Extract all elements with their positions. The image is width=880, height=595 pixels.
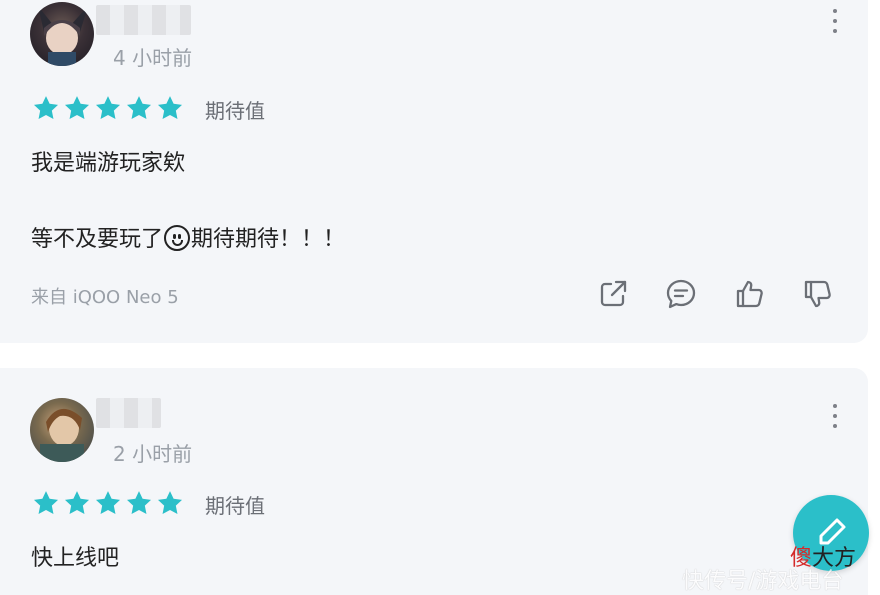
- star-icon: [32, 489, 60, 517]
- comment-time: 4 小时前: [113, 46, 193, 70]
- star-icon: [94, 489, 122, 517]
- comment-text-line: 我是端游玩家欸: [31, 151, 186, 176]
- device-label: 来自 iQOO Neo 5: [31, 287, 179, 308]
- comment-text-line: 等不及要玩了 期待期待！！！: [31, 221, 345, 253]
- avatar[interactable]: [30, 2, 94, 66]
- comment-icon[interactable]: [664, 277, 698, 311]
- comment-text-line: 快上线吧: [31, 546, 120, 571]
- star-icon: [125, 94, 153, 122]
- rating-label: 期待值: [205, 99, 265, 123]
- star-rating: [32, 94, 184, 122]
- comment-time: 2 小时前: [113, 442, 193, 466]
- comment-text-segment: 等不及要玩了: [31, 227, 164, 252]
- share-icon[interactable]: [596, 277, 630, 311]
- star-icon: [156, 94, 184, 122]
- star-icon: [63, 489, 91, 517]
- username-masked: [96, 5, 191, 35]
- star-icon: [32, 94, 60, 122]
- comment-card: 4 小时前 期待值 我是端游玩家欸 等不及要玩了 期待期待！！！ 来自 iQOO …: [0, 0, 868, 343]
- thumbs-down-icon[interactable]: [801, 277, 835, 311]
- comment-text-segment: 期待期待！！！: [191, 227, 346, 252]
- username-masked: [96, 398, 161, 428]
- more-options-icon[interactable]: [830, 9, 840, 33]
- watermark-text: 快传号/游戏电台: [682, 569, 844, 594]
- star-icon: [94, 94, 122, 122]
- avatar[interactable]: [30, 398, 94, 462]
- star-icon: [156, 489, 184, 517]
- star-icon: [125, 489, 153, 517]
- star-rating: [32, 489, 184, 517]
- comment-card: 2 小时前 期待值 快上线吧: [0, 368, 868, 595]
- more-options-icon[interactable]: [830, 404, 840, 428]
- rating-label: 期待值: [205, 494, 265, 518]
- grinning-face-icon: [164, 225, 191, 251]
- star-icon: [63, 94, 91, 122]
- thumbs-up-icon[interactable]: [733, 277, 767, 311]
